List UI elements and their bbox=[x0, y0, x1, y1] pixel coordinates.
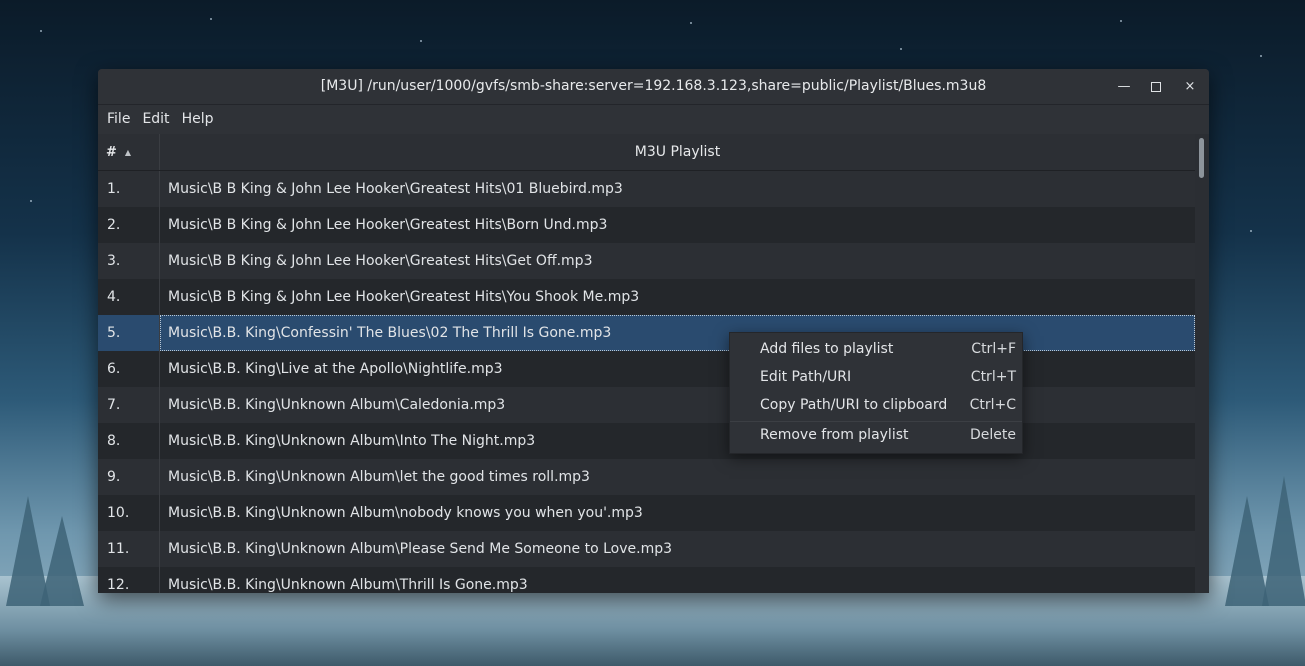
table-header: # ▲ M3U Playlist bbox=[98, 134, 1195, 171]
row-number: 2. bbox=[98, 207, 160, 243]
row-path: Music\B.B. King\Unknown Album\Into The N… bbox=[168, 433, 536, 449]
row-path: Music\B B King & John Lee Hooker\Greates… bbox=[168, 289, 640, 305]
column-header-number[interactable]: # ▲ bbox=[98, 134, 160, 170]
row-path: Music\B B King & John Lee Hooker\Greates… bbox=[168, 181, 623, 197]
menu-item-copy-path[interactable]: Copy Path/URI to clipboard Ctrl+C bbox=[730, 391, 1022, 419]
row-number: 3. bbox=[98, 243, 160, 279]
table-row-selected[interactable]: 5. Music\B.B. King\Confessin' The Blues\0… bbox=[98, 315, 1195, 351]
title-bar[interactable]: [M3U] /run/user/1000/gvfs/smb-share:serv… bbox=[98, 69, 1209, 105]
row-path: Music\B.B. King\Live at the Apollo\Night… bbox=[168, 361, 503, 377]
number-header-label: # bbox=[106, 144, 117, 160]
column-header-playlist[interactable]: M3U Playlist bbox=[160, 134, 1195, 170]
scrollbar-thumb[interactable] bbox=[1199, 138, 1204, 178]
table-row[interactable]: 7. Music\B.B. King\Unknown Album\Caledoni… bbox=[98, 387, 1195, 423]
maximize-button[interactable] bbox=[1139, 69, 1173, 104]
menu-item-shortcut: Ctrl+T bbox=[970, 369, 1016, 385]
menu-help[interactable]: Help bbox=[176, 105, 220, 134]
playlist-rows: 1. Music\B B King & John Lee Hooker\Great… bbox=[98, 171, 1195, 593]
row-path: Music\B.B. King\Confessin' The Blues\02 … bbox=[160, 315, 1195, 351]
row-number: 7. bbox=[98, 387, 160, 423]
menu-item-edit-path[interactable]: Edit Path/URI Ctrl+T bbox=[730, 363, 1022, 391]
row-number: 11. bbox=[98, 531, 160, 567]
table-row[interactable]: 4. Music\B B King & John Lee Hooker\Great… bbox=[98, 279, 1195, 315]
window-title: [M3U] /run/user/1000/gvfs/smb-share:serv… bbox=[320, 78, 987, 94]
playlist-editor-window: [M3U] /run/user/1000/gvfs/smb-share:serv… bbox=[98, 69, 1209, 593]
row-path: Music\B.B. King\Unknown Album\let the go… bbox=[168, 469, 590, 485]
row-path: Music\B.B. King\Unknown Album\Thrill Is … bbox=[168, 577, 528, 593]
table-row[interactable]: 8. Music\B.B. King\Unknown Album\Into The… bbox=[98, 423, 1195, 459]
menu-item-remove[interactable]: Remove from playlist Delete bbox=[730, 421, 1022, 449]
menu-edit[interactable]: Edit bbox=[136, 105, 175, 134]
menu-item-label: Edit Path/URI bbox=[760, 369, 852, 385]
table-row[interactable]: 10. Music\B.B. King\Unknown Album\nobody … bbox=[98, 495, 1195, 531]
menu-file[interactable]: File bbox=[101, 105, 136, 134]
menu-item-shortcut: Ctrl+C bbox=[969, 397, 1016, 413]
row-number: 9. bbox=[98, 459, 160, 495]
menu-item-shortcut: Ctrl+F bbox=[971, 341, 1016, 357]
menu-item-add-files[interactable]: Add files to playlist Ctrl+F bbox=[730, 335, 1022, 363]
context-menu: Add files to playlist Ctrl+F Edit Path/U… bbox=[729, 332, 1023, 454]
row-path: Music\B.B. King\Unknown Album\Please Sen… bbox=[168, 541, 673, 557]
row-number: 4. bbox=[98, 279, 160, 315]
row-number: 10. bbox=[98, 495, 160, 531]
menu-bar: File Edit Help bbox=[98, 105, 1209, 134]
table-row[interactable]: 6. Music\B.B. King\Live at the Apollo\Nig… bbox=[98, 351, 1195, 387]
minimize-icon: — bbox=[1117, 79, 1131, 94]
table-row[interactable]: 12. Music\B.B. King\Unknown Album\Thrill … bbox=[98, 567, 1195, 593]
table-row[interactable]: 9. Music\B.B. King\Unknown Album\let the … bbox=[98, 459, 1195, 495]
row-number: 5. bbox=[98, 315, 160, 351]
row-number: 8. bbox=[98, 423, 160, 459]
table-row[interactable]: 1. Music\B B King & John Lee Hooker\Great… bbox=[98, 171, 1195, 207]
menu-item-shortcut: Delete bbox=[970, 427, 1016, 443]
sort-ascending-icon: ▲ bbox=[124, 147, 132, 157]
row-path: Music\B.B. King\Unknown Album\nobody kno… bbox=[168, 505, 643, 521]
row-path: Music\B.B. King\Unknown Album\Caledonia.… bbox=[168, 397, 506, 413]
table-row[interactable]: 2. Music\B B King & John Lee Hooker\Great… bbox=[98, 207, 1195, 243]
menu-item-label: Add files to playlist bbox=[760, 341, 894, 357]
minimize-button[interactable]: — bbox=[1107, 69, 1141, 104]
menu-item-label: Copy Path/URI to clipboard bbox=[760, 397, 948, 413]
close-button[interactable]: × bbox=[1173, 69, 1207, 104]
row-number: 12. bbox=[98, 567, 160, 593]
close-icon: × bbox=[1184, 79, 1196, 94]
vertical-scrollbar[interactable] bbox=[1195, 134, 1209, 593]
maximize-icon bbox=[1151, 81, 1161, 92]
menu-item-label: Remove from playlist bbox=[760, 427, 909, 443]
table-row[interactable]: 11. Music\B.B. King\Unknown Album\Please … bbox=[98, 531, 1195, 567]
playlist-table: # ▲ M3U Playlist 1. Music\B B King & John… bbox=[98, 134, 1195, 593]
row-number: 6. bbox=[98, 351, 160, 387]
row-path: Music\B B King & John Lee Hooker\Greates… bbox=[168, 217, 608, 233]
row-number: 1. bbox=[98, 171, 160, 207]
row-path: Music\B B King & John Lee Hooker\Greates… bbox=[168, 253, 593, 269]
table-row[interactable]: 3. Music\B B King & John Lee Hooker\Great… bbox=[98, 243, 1195, 279]
